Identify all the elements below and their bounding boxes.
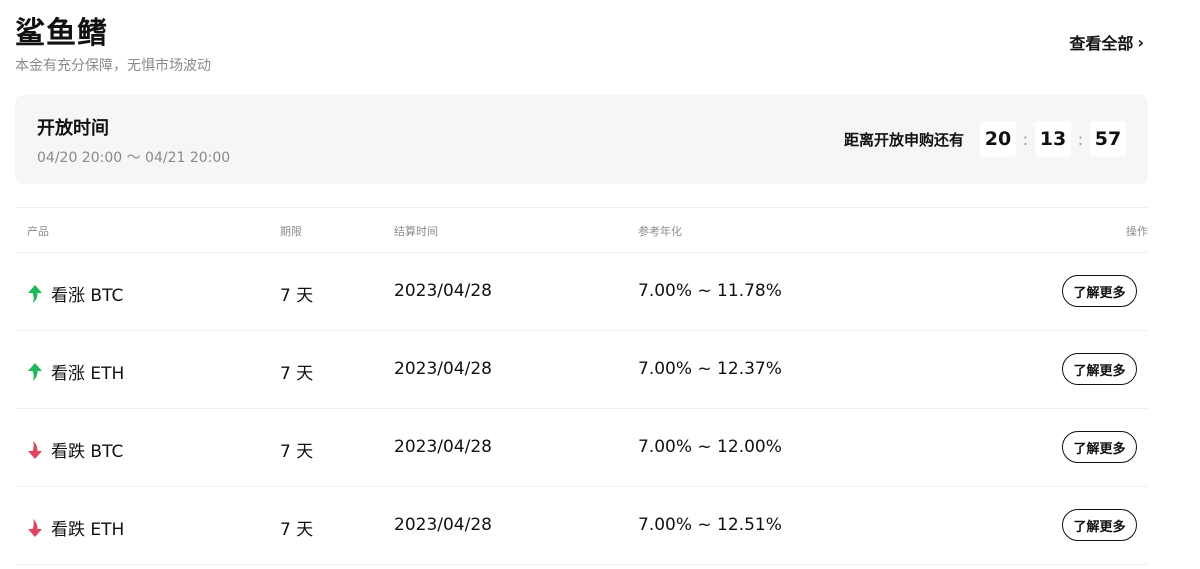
trend-down-icon <box>27 440 43 460</box>
view-all-link[interactable]: 查看全部 › <box>1069 30 1144 54</box>
term-cell: 7 天 <box>280 520 314 540</box>
table-header: 产品 期限 结算时间 参考年化 操作 <box>15 207 1148 253</box>
settle-date-cell: 2023/04/28 <box>394 515 492 535</box>
page-title: 鲨鱼鳍 <box>15 16 108 51</box>
rate-cell: 7.00% ~ 12.00% <box>638 437 782 457</box>
countdown-minutes: 13 <box>1035 121 1071 157</box>
countdown-separator: : <box>1022 129 1029 149</box>
term-cell: 7 天 <box>280 286 314 306</box>
learn-more-button[interactable]: 了解更多 <box>1062 353 1137 385</box>
header-term: 期限 <box>280 225 302 238</box>
trend-down-icon <box>27 518 43 538</box>
product-table: 产品 期限 结算时间 参考年化 操作 看涨 BTC 7 天 2023/04/28… <box>15 207 1148 565</box>
countdown: 距离开放申购还有 20 : 13 : 57 <box>844 121 1126 157</box>
settle-date-cell: 2023/04/28 <box>394 281 492 301</box>
product-name: 看涨 BTC <box>51 286 124 306</box>
open-time-range: 04/20 20:00 ～ 04/21 20:00 <box>37 150 231 166</box>
header-settle-time: 结算时间 <box>394 225 438 238</box>
trend-up-icon <box>27 284 43 304</box>
rate-cell: 7.00% ~ 12.51% <box>638 515 782 535</box>
table-row: 看涨 BTC 7 天 2023/04/28 7.00% ~ 11.78% 了解更… <box>15 253 1148 331</box>
rate-cell: 7.00% ~ 11.78% <box>638 281 782 301</box>
term-cell: 7 天 <box>280 364 314 384</box>
chevron-right-icon: › <box>1137 32 1144 52</box>
countdown-label: 距离开放申购还有 <box>843 130 964 149</box>
header-action: 操作 <box>1126 225 1148 238</box>
learn-more-button[interactable]: 了解更多 <box>1062 509 1137 541</box>
trend-up-icon <box>27 362 43 382</box>
product-cell: 看跌 ETH <box>27 515 124 540</box>
term-cell: 7 天 <box>280 442 314 462</box>
page: 鲨鱼鳍 本金有充分保障，无惧市场波动 查看全部 › 开放时间 04/20 20:… <box>0 0 1200 569</box>
page-subtitle: 本金有充分保障，无惧市场波动 <box>15 58 211 74</box>
countdown-seconds: 57 <box>1090 121 1126 157</box>
open-time-label: 开放时间 <box>37 118 109 139</box>
rate-cell: 7.00% ~ 12.37% <box>638 359 782 379</box>
countdown-separator: : <box>1077 129 1084 149</box>
table-row: 看跌 ETH 7 天 2023/04/28 7.00% ~ 12.51% 了解更… <box>15 487 1148 565</box>
settle-date-cell: 2023/04/28 <box>394 437 492 457</box>
open-time-card: 开放时间 04/20 20:00 ～ 04/21 20:00 距离开放申购还有 … <box>15 95 1148 184</box>
header-product: 产品 <box>27 225 49 238</box>
product-name: 看跌 BTC <box>51 442 124 462</box>
countdown-hours: 20 <box>980 121 1016 157</box>
learn-more-button[interactable]: 了解更多 <box>1062 275 1137 307</box>
view-all-label: 查看全部 <box>1069 34 1134 53</box>
product-name: 看涨 ETH <box>51 364 125 384</box>
product-cell: 看跌 BTC <box>27 437 123 462</box>
product-cell: 看涨 BTC <box>27 281 123 306</box>
learn-more-button[interactable]: 了解更多 <box>1062 431 1137 463</box>
table-row: 看跌 BTC 7 天 2023/04/28 7.00% ~ 12.00% 了解更… <box>15 409 1148 487</box>
header-reference-rate: 参考年化 <box>638 225 682 238</box>
table-row: 看涨 ETH 7 天 2023/04/28 7.00% ~ 12.37% 了解更… <box>15 331 1148 409</box>
product-name: 看跌 ETH <box>51 520 125 540</box>
product-cell: 看涨 ETH <box>27 359 124 384</box>
settle-date-cell: 2023/04/28 <box>394 359 492 379</box>
